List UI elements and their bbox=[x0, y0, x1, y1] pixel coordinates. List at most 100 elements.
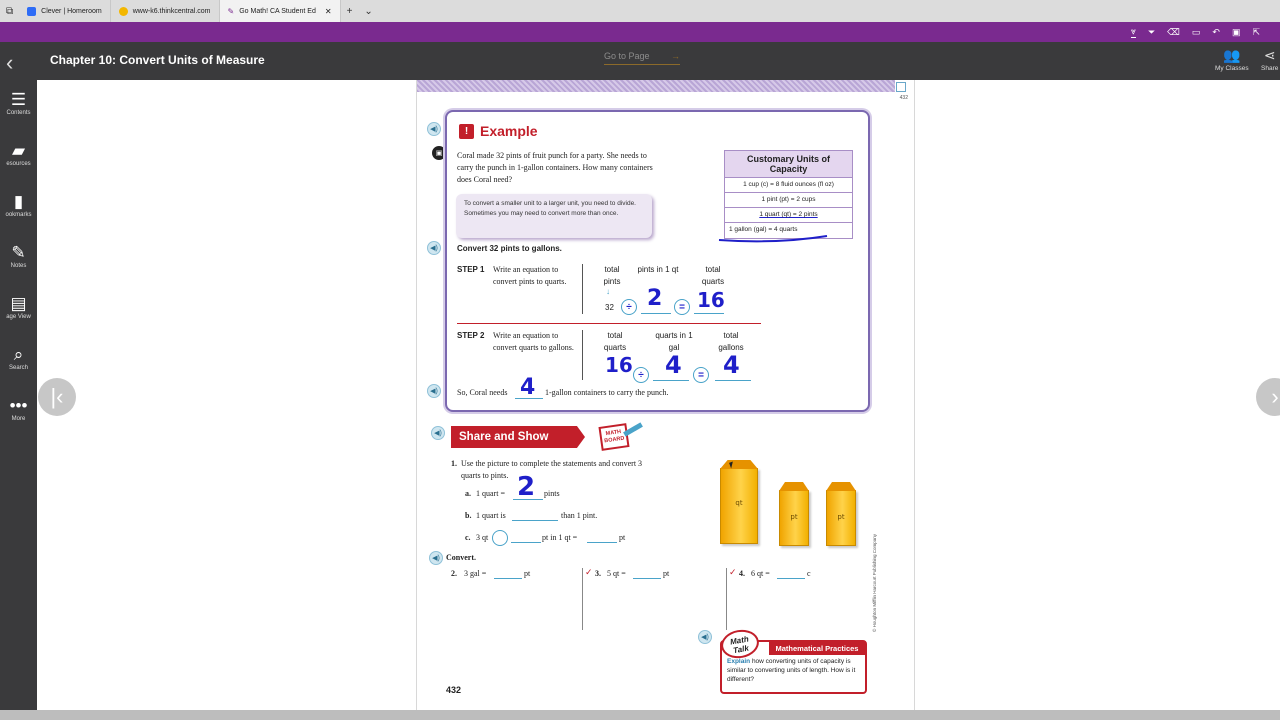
example-heading: Example bbox=[480, 123, 538, 139]
audio-icon[interactable]: ◀) bbox=[427, 384, 441, 398]
pint-carton-image: pt bbox=[779, 482, 809, 546]
page-bookmark-icon[interactable] bbox=[896, 82, 906, 92]
audio-icon[interactable]: ◀) bbox=[429, 551, 443, 565]
sidebar-item-label: Contents bbox=[6, 110, 31, 116]
save-icon[interactable]: ▣ bbox=[1232, 27, 1241, 38]
sidebar: ☰ Contents ▰ esources ▮ ookmarks ✎ Notes… bbox=[0, 80, 37, 710]
answer-line bbox=[653, 380, 689, 381]
copyright-text: © Houghton Mifflin Harcourt Publishing C… bbox=[872, 533, 877, 632]
operator-circle[interactable]: = bbox=[674, 299, 690, 315]
sidebar-item-notes[interactable]: ✎ Notes bbox=[0, 243, 37, 269]
column-label: total quarts bbox=[603, 331, 627, 352]
page-number: 432 bbox=[446, 685, 462, 695]
chapter-title: Chapter 10: Convert Units of Measure bbox=[50, 53, 265, 67]
capacity-table: Customary Units of Capacity 1 cup (c) = … bbox=[724, 150, 853, 239]
question-number: 4. bbox=[739, 569, 745, 578]
part-c-unit: pt bbox=[619, 533, 626, 542]
answer-blank[interactable] bbox=[494, 578, 522, 579]
answer-blank[interactable] bbox=[512, 520, 558, 521]
browser-tab-thinkcentral[interactable]: www-k6.thinkcentral.com bbox=[111, 0, 220, 22]
window-menu-icon[interactable]: ⧉ bbox=[0, 6, 19, 17]
example-box: ! Example Coral made 32 pints of fruit p… bbox=[445, 110, 870, 412]
conclusion-text-end: 1-gallon containers to carry the punch. bbox=[545, 388, 669, 397]
handwritten-answer: 4 bbox=[723, 351, 740, 379]
sidebar-item-label: More bbox=[11, 416, 26, 422]
step2-label: STEP 2 bbox=[457, 331, 485, 340]
column-divider bbox=[726, 568, 727, 630]
page-header-pattern bbox=[417, 80, 895, 92]
bookmark-icon: ▮ bbox=[13, 192, 24, 211]
people-icon: 👥 bbox=[1223, 47, 1241, 63]
video-icon[interactable]: ▣ bbox=[432, 146, 446, 160]
undo-icon[interactable]: ↶ bbox=[1212, 27, 1220, 38]
tab-title: Go Math! CA Student Ed bbox=[239, 7, 316, 15]
answer-line bbox=[641, 313, 671, 314]
back-arrow-icon[interactable]: ‹ bbox=[6, 50, 13, 76]
column-label: total pints bbox=[603, 265, 621, 286]
operator-circle[interactable]: = bbox=[693, 367, 709, 383]
explain-word: Explain bbox=[727, 658, 751, 665]
new-tab-button[interactable]: + bbox=[341, 6, 359, 17]
answer-blank[interactable] bbox=[777, 578, 805, 579]
eraser-icon[interactable]: ⌫ bbox=[1167, 27, 1180, 38]
share-button[interactable]: ⋖ Share bbox=[1261, 47, 1278, 72]
answer-line bbox=[715, 380, 751, 381]
operator-circle[interactable]: ÷ bbox=[633, 367, 649, 383]
audio-icon[interactable]: ◀) bbox=[431, 426, 445, 440]
answer-blank[interactable] bbox=[587, 542, 617, 543]
my-classes-label: My Classes bbox=[1215, 65, 1249, 72]
bottom-scrollbar[interactable] bbox=[0, 710, 1280, 720]
sidebar-item-label: ookmarks bbox=[5, 212, 32, 218]
math-practices-heading: Mathematical Practices bbox=[769, 642, 865, 655]
carton-label: pt bbox=[837, 512, 845, 521]
audio-icon[interactable]: ◀) bbox=[427, 122, 441, 136]
sidebar-item-resources[interactable]: ▰ esources bbox=[0, 141, 37, 167]
operator-circle[interactable] bbox=[492, 530, 508, 546]
part-a-text: 1 quart = bbox=[476, 489, 505, 498]
sidebar-item-bookmarks[interactable]: ▮ ookmarks bbox=[0, 192, 37, 218]
tab-close-icon[interactable]: ✕ bbox=[325, 7, 332, 16]
previous-page-button[interactable]: |‹ bbox=[38, 378, 76, 416]
check-icon: ✓ bbox=[729, 567, 737, 577]
go-to-page-input[interactable]: Go to Page → bbox=[604, 51, 680, 65]
page-view-icon: ▤ bbox=[10, 294, 27, 313]
export-icon[interactable]: ⇱ bbox=[1252, 27, 1260, 38]
answer-blank[interactable] bbox=[511, 542, 541, 543]
share-icon: ⋖ bbox=[1263, 47, 1276, 63]
part-label: b. bbox=[465, 511, 472, 520]
comment-icon[interactable]: ▭ bbox=[1192, 27, 1201, 38]
audio-icon[interactable]: ◀) bbox=[698, 630, 712, 644]
divider bbox=[582, 264, 583, 314]
browser-tab-clever[interactable]: Clever | Homeroom bbox=[19, 0, 111, 22]
convert-heading: Convert. bbox=[446, 553, 476, 562]
sidebar-item-contents[interactable]: ☰ Contents bbox=[0, 90, 37, 116]
sidebar-item-search[interactable]: ⌕ Search bbox=[0, 345, 37, 371]
my-classes-button[interactable]: 👥 My Classes bbox=[1215, 47, 1249, 72]
pencil-icon: ✎ bbox=[11, 243, 26, 262]
handwritten-underline bbox=[718, 235, 828, 243]
part-c-text-mid: pt in 1 qt = bbox=[542, 533, 578, 542]
audio-icon[interactable]: ◀) bbox=[427, 241, 441, 255]
sidebar-item-label: esources bbox=[6, 161, 31, 167]
answer-line bbox=[515, 398, 543, 399]
filter-icon[interactable]: ⏷ bbox=[1148, 27, 1155, 38]
answer-blank[interactable] bbox=[633, 578, 661, 579]
step1-label: STEP 1 bbox=[457, 265, 485, 274]
part-b-text-end: than 1 pint. bbox=[561, 511, 598, 520]
operator-circle[interactable]: ÷ bbox=[621, 299, 637, 315]
table-row: 1 quart (qt) = 2 pints bbox=[725, 208, 852, 223]
problem-text: Coral made 32 pints of fruit punch for a… bbox=[457, 151, 653, 184]
tab-title: Clever | Homeroom bbox=[41, 7, 102, 15]
browser-tab-gomath[interactable]: ✎ Go Math! CA Student Ed ✕ bbox=[219, 0, 341, 22]
sidebar-item-more[interactable]: ••• More bbox=[0, 396, 37, 422]
arrow-right-icon[interactable]: → bbox=[671, 51, 680, 61]
down-arrow-icon: ↓ bbox=[606, 287, 610, 296]
carton-label: qt bbox=[735, 498, 743, 507]
sidebar-item-page-view[interactable]: ▤ age View bbox=[0, 294, 37, 320]
highlighter-icon[interactable]: ⩔ bbox=[1130, 26, 1136, 38]
share-and-show-banner: Share and Show bbox=[451, 426, 585, 448]
question-2-unit: pt bbox=[524, 569, 531, 578]
answer-line bbox=[694, 313, 724, 314]
tab-list-button[interactable]: ⌄ bbox=[358, 6, 378, 17]
go-to-page-label: Go to Page bbox=[604, 51, 650, 61]
